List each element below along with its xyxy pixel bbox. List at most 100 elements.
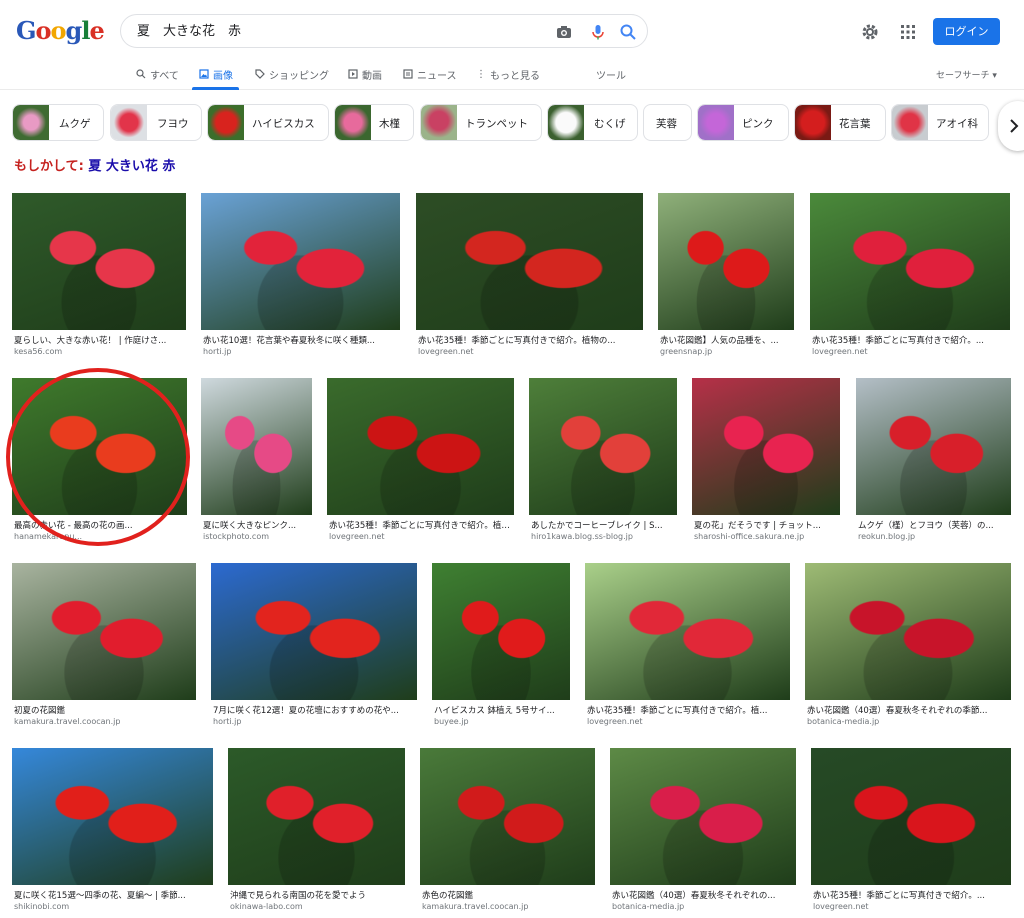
image-result[interactable]: 夏に咲く花15選〜四季の花、夏編〜 | 季節... shikinobi.com <box>12 748 213 913</box>
tab-more[interactable]: ⋮ もっと見る <box>476 67 540 82</box>
result-caption[interactable]: 赤い花35種！季節ごとに写真付きで紹介。植物の... <box>418 334 641 346</box>
chip-mukuge[interactable]: ムクゲ <box>12 104 104 141</box>
result-caption[interactable]: 赤い花図鑑】人気の品種を、... <box>660 334 792 346</box>
image-result[interactable]: 赤い花35種！季節ごとに写真付きで紹介。... lovegreen.net <box>811 748 1011 913</box>
result-caption[interactable]: 初夏の花図鑑 <box>14 704 194 716</box>
result-thumbnail[interactable] <box>432 563 570 700</box>
result-thumbnail[interactable] <box>201 378 312 515</box>
tab-label: 動画 <box>362 70 382 82</box>
image-result[interactable]: ムクゲ（槿）とフヨウ（芙蓉）の... reokun.blog.jp <box>856 378 1011 543</box>
result-thumbnail[interactable] <box>12 193 186 330</box>
tag-icon <box>255 69 265 79</box>
result-thumbnail[interactable] <box>327 378 514 515</box>
result-thumbnail[interactable] <box>658 193 794 330</box>
image-result[interactable]: 沖縄で見られる南国の花を愛でよう okinawa-labo.com <box>228 748 405 913</box>
chip-mukuge-hiragana[interactable]: むくげ <box>547 104 638 141</box>
image-result[interactable]: 赤い花10選！花言葉や春夏秋冬に咲く種類... horti.jp <box>201 193 400 358</box>
result-caption[interactable]: 夏の花」だそうです | チョット... <box>694 519 838 531</box>
result-thumbnail[interactable] <box>12 563 196 700</box>
image-result[interactable]: 赤い花図鑑】人気の品種を、... greensnap.jp <box>658 193 794 358</box>
chip-fuyou-kanji[interactable]: 芙蓉 <box>643 104 692 141</box>
result-thumbnail[interactable] <box>810 193 1010 330</box>
search-icon <box>136 69 146 79</box>
chip-hibiscus[interactable]: ハイビスカス <box>207 104 329 141</box>
google-logo[interactable]: Google <box>16 16 105 46</box>
result-source: lovegreen.net <box>418 347 474 356</box>
result-source: sharoshi-office.sakura.ne.jp <box>694 532 805 541</box>
tools-button[interactable]: ツール <box>596 67 626 82</box>
result-thumbnail[interactable] <box>585 563 790 700</box>
result-thumbnail[interactable] <box>610 748 796 885</box>
result-caption[interactable]: 赤い花10選！花言葉や春夏秋冬に咲く種類... <box>203 334 398 346</box>
tab-news[interactable]: ニュース <box>403 67 457 82</box>
image-result[interactable]: ハイビスカス 鉢植え 5号サイ... buyee.jp <box>432 563 570 728</box>
image-result[interactable]: あしたかでコーヒーブレイク | S... hiro1kawa.blog.ss-bl… <box>529 378 677 543</box>
image-result[interactable]: 赤色の花図鑑 kamakura.travel.coocan.jp <box>420 748 595 913</box>
result-thumbnail[interactable] <box>529 378 677 515</box>
apps-grid-icon[interactable] <box>899 23 917 41</box>
result-caption[interactable]: 赤い花図鑑（40選）春夏秋冬それぞれの... <box>612 889 794 901</box>
result-thumbnail[interactable] <box>692 378 840 515</box>
image-result[interactable]: 赤い花35種！季節ごとに写真付きで紹介。... lovegreen.net <box>810 193 1010 358</box>
chips-next-button[interactable] <box>998 101 1024 151</box>
image-result[interactable]: 7月に咲く花12選！夏の花壇におすすめの花や... horti.jp <box>211 563 417 728</box>
login-button[interactable]: ログイン <box>933 18 1000 45</box>
result-caption[interactable]: 夏に咲く大きなピンク... <box>203 519 310 531</box>
result-caption[interactable]: 7月に咲く花12選！夏の花壇におすすめの花や... <box>213 704 415 716</box>
tab-label: 画像 <box>213 70 233 82</box>
image-result[interactable]: 夏らしい、大きな赤い花！ | 作庭けさ... kesa56.com <box>12 193 186 358</box>
result-thumbnail[interactable] <box>856 378 1011 515</box>
result-caption[interactable]: 赤い花35種！季節ごとに写真付きで紹介。... <box>813 889 1009 901</box>
result-caption[interactable]: 夏に咲く花15選〜四季の花、夏編〜 | 季節... <box>14 889 211 901</box>
result-source: horti.jp <box>203 347 232 356</box>
tab-images[interactable]: 画像 <box>199 67 233 82</box>
chip-aoika[interactable]: アオイ科 <box>891 104 989 141</box>
chip-thumbnail <box>208 105 244 140</box>
result-caption[interactable]: 沖縄で見られる南国の花を愛でよう <box>230 889 403 901</box>
result-thumbnail[interactable] <box>416 193 643 330</box>
result-caption[interactable]: 赤い花図鑑（40選）春夏秋冬それぞれの季節... <box>807 704 1009 716</box>
tab-shopping[interactable]: ショッピング <box>255 67 329 82</box>
result-caption[interactable]: 赤色の花図鑑 <box>422 889 593 901</box>
result-caption[interactable]: ハイビスカス 鉢植え 5号サイ... <box>434 704 568 716</box>
image-result[interactable]: 赤い花35種！季節ごとに写真付きで紹介。植物の... lovegreen.net <box>327 378 514 543</box>
result-caption[interactable]: 赤い花35種！季節ごとに写真付きで紹介。植物の... <box>329 519 512 531</box>
result-thumbnail[interactable] <box>201 193 400 330</box>
result-caption[interactable]: 赤い花35種！季節ごとに写真付きで紹介。... <box>812 334 1008 346</box>
image-result[interactable]: 夏に咲く大きなピンク... istockphoto.com <box>201 378 312 543</box>
chip-label: 花言葉 <box>839 118 871 130</box>
result-caption[interactable]: あしたかでコーヒーブレイク | S... <box>531 519 675 531</box>
image-result[interactable]: 初夏の花図鑑 kamakura.travel.coocan.jp <box>12 563 196 728</box>
image-result[interactable]: 赤い花図鑑（40選）春夏秋冬それぞれの季節... botanica-media.j… <box>805 563 1011 728</box>
tab-videos[interactable]: 動画 <box>348 67 382 82</box>
result-caption[interactable]: 夏らしい、大きな赤い花！ | 作庭けさ... <box>14 334 184 346</box>
camera-icon[interactable] <box>555 23 573 41</box>
chip-pink[interactable]: ピンク <box>697 104 789 141</box>
result-thumbnail[interactable] <box>805 563 1011 700</box>
result-thumbnail[interactable] <box>12 748 213 885</box>
chip-fuyou[interactable]: フヨウ <box>110 104 202 141</box>
microphone-icon[interactable] <box>589 23 607 41</box>
result-thumbnail[interactable] <box>420 748 595 885</box>
chip-hanakotoba[interactable]: 花言葉 <box>794 104 886 141</box>
chip-trumpet[interactable]: トランペット <box>420 104 542 141</box>
safesearch-dropdown[interactable]: セーフサーチ ▾ <box>936 68 997 81</box>
image-result[interactable]: 赤い花図鑑（40選）春夏秋冬それぞれの... botanica-media.jp <box>610 748 796 913</box>
search-icon[interactable] <box>619 23 637 41</box>
chip-label: 芙蓉 <box>656 118 677 130</box>
tab-all[interactable]: すべて <box>136 67 179 82</box>
image-result[interactable]: 赤い花35種！季節ごとに写真付きで紹介。植... lovegreen.net <box>585 563 790 728</box>
chip-mokukin[interactable]: 木槿 <box>334 104 414 141</box>
tab-label: すべて <box>150 70 179 82</box>
result-thumbnail[interactable] <box>811 748 1011 885</box>
image-result[interactable]: 夏の花」だそうです | チョット... sharoshi-office.sakur… <box>692 378 840 543</box>
result-caption[interactable]: 赤い花35種！季節ごとに写真付きで紹介。植... <box>587 704 788 716</box>
result-thumbnail[interactable] <box>228 748 405 885</box>
image-result[interactable]: 赤い花35種！季節ごとに写真付きで紹介。植物の... lovegreen.net <box>416 193 643 358</box>
search-box[interactable] <box>120 14 648 48</box>
search-input[interactable] <box>137 22 537 37</box>
did-you-mean-link[interactable]: 夏 大きい花 赤 <box>88 159 175 174</box>
gear-icon[interactable] <box>861 23 879 41</box>
result-thumbnail[interactable] <box>211 563 417 700</box>
result-caption[interactable]: ムクゲ（槿）とフヨウ（芙蓉）の... <box>858 519 1009 531</box>
